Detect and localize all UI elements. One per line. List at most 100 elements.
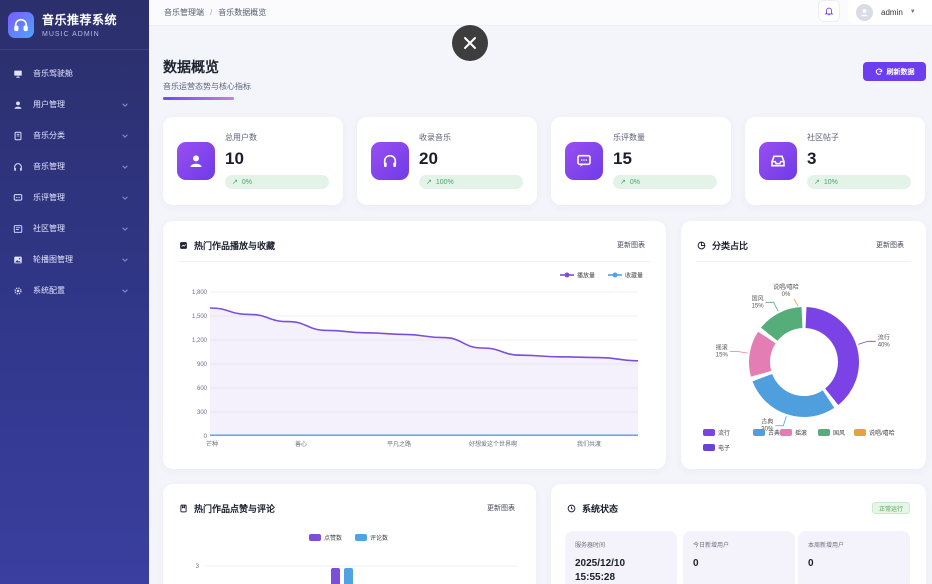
pie-label: 摇滚	[716, 344, 728, 352]
username: admin	[881, 7, 903, 17]
legend-swatch[interactable]	[703, 429, 715, 436]
sidebar-item-label: 音乐驾驶舱	[33, 69, 73, 78]
sidebar-item-5[interactable]: 社区管理	[0, 213, 149, 244]
headphones-icon	[12, 161, 23, 172]
pie-leader-line	[729, 351, 748, 354]
caret-down-icon: ▼	[909, 9, 916, 15]
pie-label: 国风	[752, 295, 764, 302]
legend-swatch[interactable]	[355, 534, 367, 541]
legend-label[interactable]: 流行	[718, 429, 730, 437]
refresh-label: 刷新数据	[886, 68, 915, 76]
image-icon	[12, 254, 23, 265]
server-time-value: 2025/12/10 15:55:28	[575, 558, 626, 583]
legend-label[interactable]: 说唱/嘻哈	[869, 429, 895, 437]
sidebar-item-2[interactable]: 音乐分类	[0, 120, 149, 151]
pie-slice[interactable]	[752, 373, 835, 417]
sidebar-item-label: 社区管理	[33, 224, 65, 233]
brand-subtitle: MUSIC ADMIN	[42, 31, 100, 38]
stat-trend: ↗ 0%	[225, 175, 329, 189]
sidebar-item-label: 音乐分类	[33, 131, 65, 140]
x-tick-label: 善心	[295, 440, 307, 448]
pie-slice[interactable]	[805, 307, 859, 405]
notification-button[interactable]	[818, 0, 840, 22]
y-tick-label: 0	[204, 434, 208, 440]
sidebar-item-label: 乐评管理	[33, 193, 65, 202]
headphones-icon	[371, 142, 409, 180]
server-time-label: 服务器时间	[575, 543, 606, 549]
legend-swatch[interactable]	[780, 429, 792, 436]
pie-slice[interactable]	[761, 307, 803, 341]
close-button[interactable]	[452, 25, 488, 61]
legend-swatch[interactable]	[854, 429, 866, 436]
chevron-down-icon	[122, 196, 128, 200]
chevron-down-icon	[122, 289, 128, 293]
y-tick-label: 300	[197, 410, 208, 416]
comment-icon	[565, 142, 603, 180]
sidebar-item-label: 用户管理	[33, 100, 65, 109]
legend-swatch[interactable]	[818, 429, 830, 436]
chevron-down-icon	[122, 258, 128, 262]
legend-swatch[interactable]	[753, 429, 765, 436]
stat-value: 3	[807, 149, 817, 168]
chevron-down-icon	[122, 227, 128, 231]
status-badge: 正常运行	[871, 502, 910, 514]
legend-label[interactable]: 摇滚	[795, 429, 807, 437]
legend-label[interactable]: 点赞数	[324, 534, 342, 542]
bar-chart: 点赞数 评论数 3	[196, 534, 518, 584]
week-new-users-value: 0	[808, 558, 814, 569]
sidebar-item-7[interactable]: 系统配置	[0, 275, 149, 306]
today-new-users-value: 0	[693, 558, 699, 569]
sidebar-item-3[interactable]: 音乐管理	[0, 151, 149, 182]
stat-card: 总用户数 10 ↗ 0%	[163, 117, 343, 205]
clock-icon	[567, 504, 576, 513]
x-tick-label: 好想爱这个世界啊	[469, 440, 517, 448]
legend-swatch[interactable]	[703, 444, 715, 451]
pie-label: 15%	[752, 303, 765, 309]
series-area	[210, 308, 638, 436]
community-icon	[12, 223, 23, 234]
sidebar-item-0[interactable]: 音乐驾驶舱	[0, 58, 149, 89]
trend-up-icon: ↗	[426, 179, 432, 186]
legend-label[interactable]: 电子	[718, 444, 730, 452]
top-header: 音乐管理端 / 音乐数据概览 admin ▼	[149, 0, 932, 26]
legend-marker	[564, 272, 570, 278]
user-menu[interactable]: admin ▼	[848, 0, 932, 24]
stat-card: 乐评数量 15 ↗ 0%	[551, 117, 731, 205]
legend-label[interactable]: 国风	[833, 430, 845, 437]
refresh-button[interactable]: 刷新数据	[863, 62, 926, 81]
chevron-down-icon	[122, 165, 128, 169]
system-status-card: 系统状态 正常运行 服务器时间 2025/12/10 15:55:28 今日新增…	[551, 484, 926, 584]
trend-up-icon: ↗	[814, 179, 820, 186]
legend-label[interactable]: 收藏量	[625, 272, 643, 280]
sidebar-item-1[interactable]: 用户管理	[0, 89, 149, 120]
legend-label[interactable]: 评论数	[370, 534, 388, 542]
brand-title: 音乐推荐系统	[42, 13, 118, 27]
today-new-users-box: 今日新增用户 0	[683, 531, 795, 584]
close-icon	[464, 37, 476, 49]
legend-label[interactable]: 播放量	[577, 272, 595, 280]
pie-label: 说唱/嘻哈	[773, 283, 799, 291]
comment-icon	[12, 192, 23, 203]
pie-slice[interactable]	[749, 331, 776, 377]
sidebar-item-4[interactable]: 乐评管理	[0, 182, 149, 213]
book-icon	[12, 130, 23, 141]
sidebar-item-6[interactable]: 轮播图管理	[0, 244, 149, 275]
bar[interactable]	[331, 568, 340, 584]
legend-swatch[interactable]	[309, 534, 321, 541]
pie-leader-line	[775, 416, 787, 427]
sidebar-item-label: 轮播图管理	[33, 255, 73, 264]
breadcrumb-item[interactable]: 音乐管理端	[164, 7, 204, 18]
bar[interactable]	[344, 568, 353, 584]
pie-label: 流行	[878, 333, 890, 341]
breadcrumb-item-current: 音乐数据概览	[218, 8, 267, 17]
legend-marker	[612, 272, 618, 278]
pie-label: 0%	[782, 292, 791, 298]
stat-trend: ↗ 0%	[613, 175, 717, 189]
legend-label[interactable]: 古典	[768, 429, 780, 437]
chevron-down-icon	[122, 134, 128, 138]
x-tick-label: 芒种	[206, 440, 218, 448]
pie-label: 古典	[761, 418, 773, 426]
sidebar-item-label: 系统配置	[33, 286, 65, 295]
y-tick-label: 600	[197, 386, 208, 392]
avatar	[856, 3, 873, 21]
